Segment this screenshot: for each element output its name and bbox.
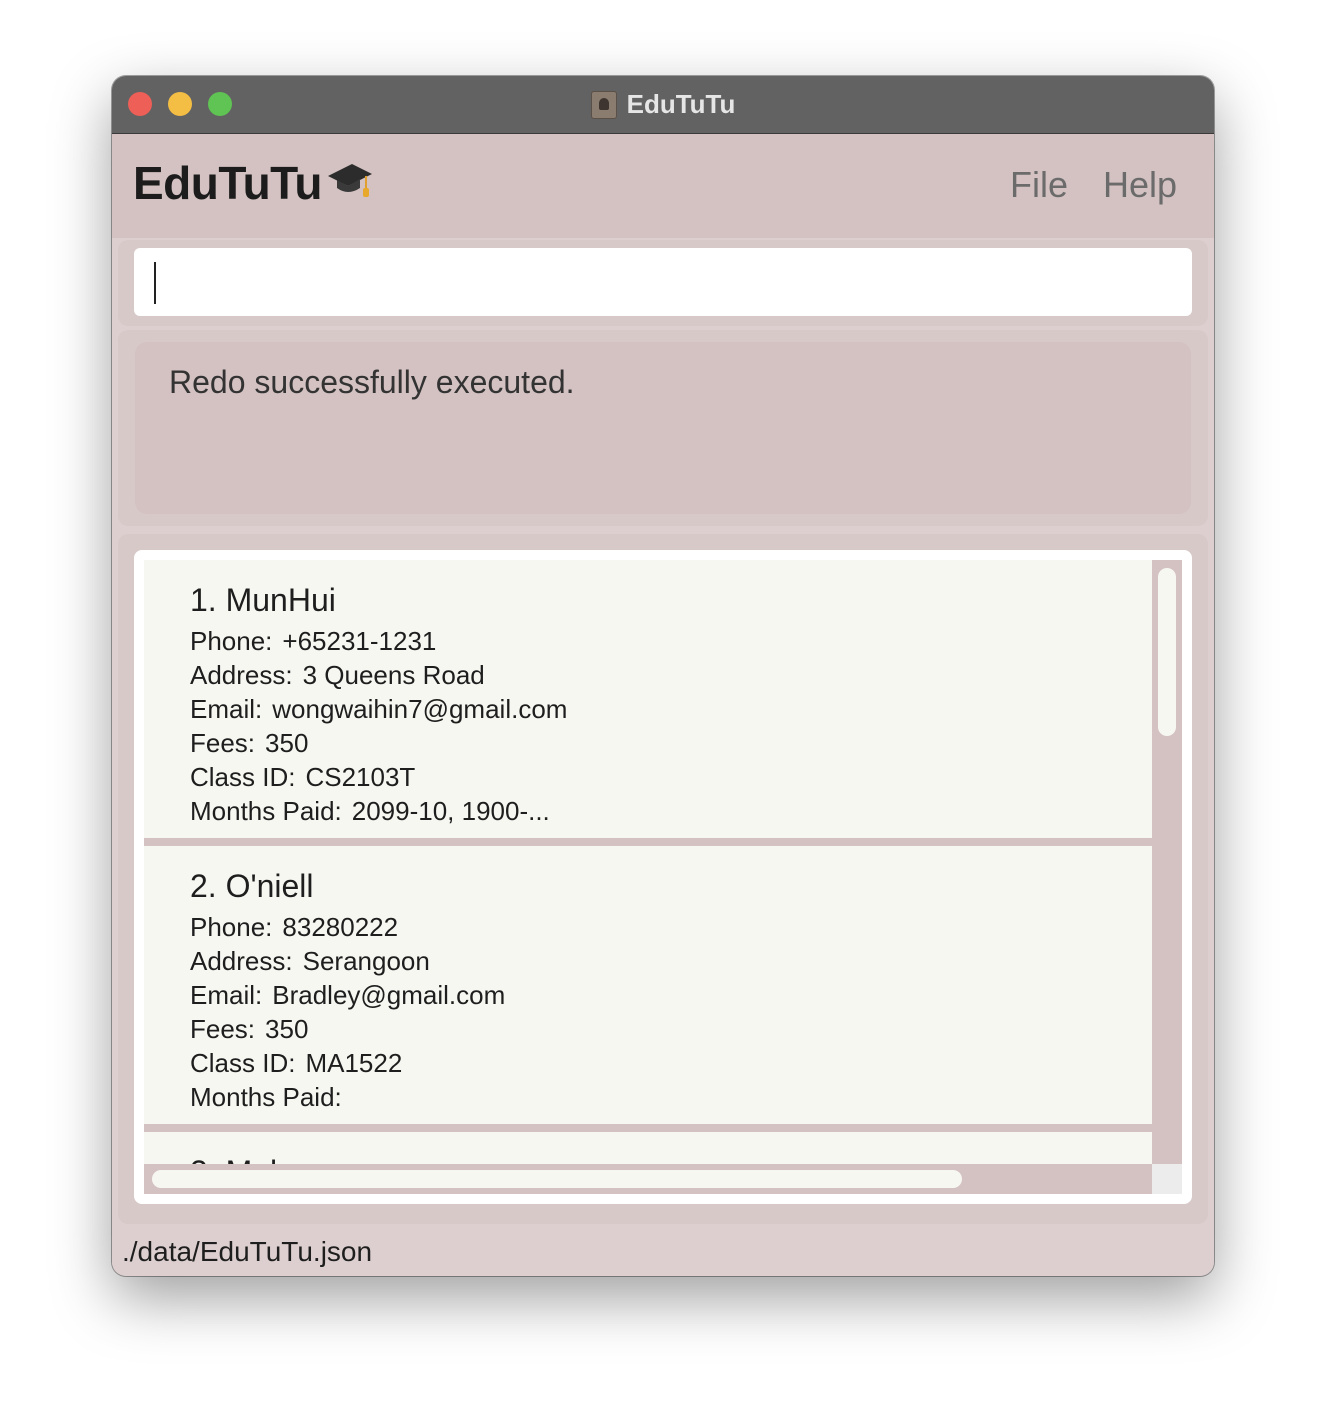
- student-name: 3. Mel...: [190, 1154, 1152, 1164]
- student-email: Email: wongwaihin7@gmail.com: [190, 692, 1152, 726]
- fees-label: Fees:: [190, 728, 256, 758]
- student-class-id: Class ID: CS2103T: [190, 760, 1152, 794]
- student-list: 1. MunHui Phone: +65231-1231 Address: 3 Qu…: [134, 550, 1192, 1204]
- status-bar: ./data/EduTuTu.json: [112, 1232, 1214, 1276]
- student-fees: Fees: 350: [190, 1012, 1152, 1046]
- student-class-id: Class ID: MA1522: [190, 1046, 1152, 1080]
- fees-value: 350: [265, 728, 309, 758]
- student-phone: Phone: 83280222: [190, 910, 1152, 944]
- result-display: Redo successfully executed.: [135, 342, 1191, 514]
- email-label: Email:: [190, 980, 263, 1010]
- app-brand: EduTuTu: [133, 157, 322, 209]
- class-id-value: CS2103T: [305, 762, 416, 792]
- student-phone: Phone: +65231-1231: [190, 624, 1152, 658]
- text-cursor: [154, 262, 156, 304]
- result-display-panel: Redo successfully executed.: [118, 330, 1208, 526]
- student-fees: Fees: 350: [190, 726, 1152, 760]
- menu-file[interactable]: File: [1010, 164, 1068, 206]
- class-id-value: MA1522: [305, 1048, 403, 1078]
- class-id-label: Class ID:: [190, 762, 296, 792]
- address-label: Address:: [190, 946, 293, 976]
- vertical-scrollbar-thumb[interactable]: [1158, 568, 1176, 736]
- command-input[interactable]: [134, 248, 1192, 316]
- months-paid-label: Months Paid:: [190, 796, 342, 826]
- phone-value: 83280222: [282, 912, 399, 942]
- window-title: EduTuTu: [626, 89, 736, 119]
- phone-label: Phone:: [190, 626, 273, 656]
- save-file-path: ./data/EduTuTu.json: [122, 1236, 373, 1267]
- horizontal-scrollbar-thumb[interactable]: [152, 1170, 962, 1188]
- student-card[interactable]: 2. O'niell Phone: 83280222 Address: Serang…: [144, 846, 1152, 1124]
- scrollbar-corner: [1152, 1164, 1182, 1194]
- student-list-viewport: 1. MunHui Phone: +65231-1231 Address: 3 Qu…: [144, 560, 1152, 1164]
- student-email: Email: Bradley@gmail.com: [190, 978, 1152, 1012]
- student-address: Address: 3 Queens Road: [190, 658, 1152, 692]
- phone-label: Phone:: [190, 912, 273, 942]
- months-paid-label: Months Paid:: [190, 1082, 342, 1112]
- address-label: Address:: [190, 660, 293, 690]
- address-value: Serangoon: [302, 946, 430, 976]
- student-name: 2. O'niell: [190, 868, 314, 904]
- fees-label: Fees:: [190, 1014, 256, 1044]
- menu-help[interactable]: Help: [1103, 164, 1177, 206]
- email-value: wongwaihin7@gmail.com: [272, 694, 568, 724]
- phone-value: +65231-1231: [282, 626, 437, 656]
- months-paid-value: 2099-10, 1900-...: [351, 796, 550, 826]
- app-window: EduTuTu EduTuTu File Help Redo successfu…: [112, 76, 1214, 1276]
- app-icon: [590, 90, 617, 119]
- address-value: 3 Queens Road: [302, 660, 485, 690]
- student-address: Address: Serangoon: [190, 944, 1152, 978]
- graduation-cap-icon: [328, 164, 372, 197]
- class-id-label: Class ID:: [190, 1048, 296, 1078]
- command-box-panel: [118, 240, 1208, 326]
- student-card[interactable]: 3. Mel...: [144, 1132, 1152, 1164]
- student-name: 1. MunHui: [190, 582, 336, 618]
- email-label: Email:: [190, 694, 263, 724]
- student-months-paid: Months Paid: 2099-10, 1900-...: [190, 794, 1152, 828]
- fees-value: 350: [265, 1014, 309, 1044]
- email-value: Bradley@gmail.com: [272, 980, 506, 1010]
- horizontal-scrollbar[interactable]: [144, 1164, 1152, 1194]
- title-bar[interactable]: EduTuTu: [112, 76, 1214, 134]
- student-list-panel: 1. MunHui Phone: +65231-1231 Address: 3 Qu…: [118, 534, 1208, 1224]
- student-card[interactable]: 1. MunHui Phone: +65231-1231 Address: 3 Qu…: [144, 560, 1152, 838]
- result-message: Redo successfully executed.: [169, 364, 575, 400]
- menu-bar: EduTuTu File Help: [112, 134, 1214, 238]
- student-months-paid: Months Paid:: [190, 1080, 1152, 1114]
- vertical-scrollbar[interactable]: [1152, 560, 1182, 1164]
